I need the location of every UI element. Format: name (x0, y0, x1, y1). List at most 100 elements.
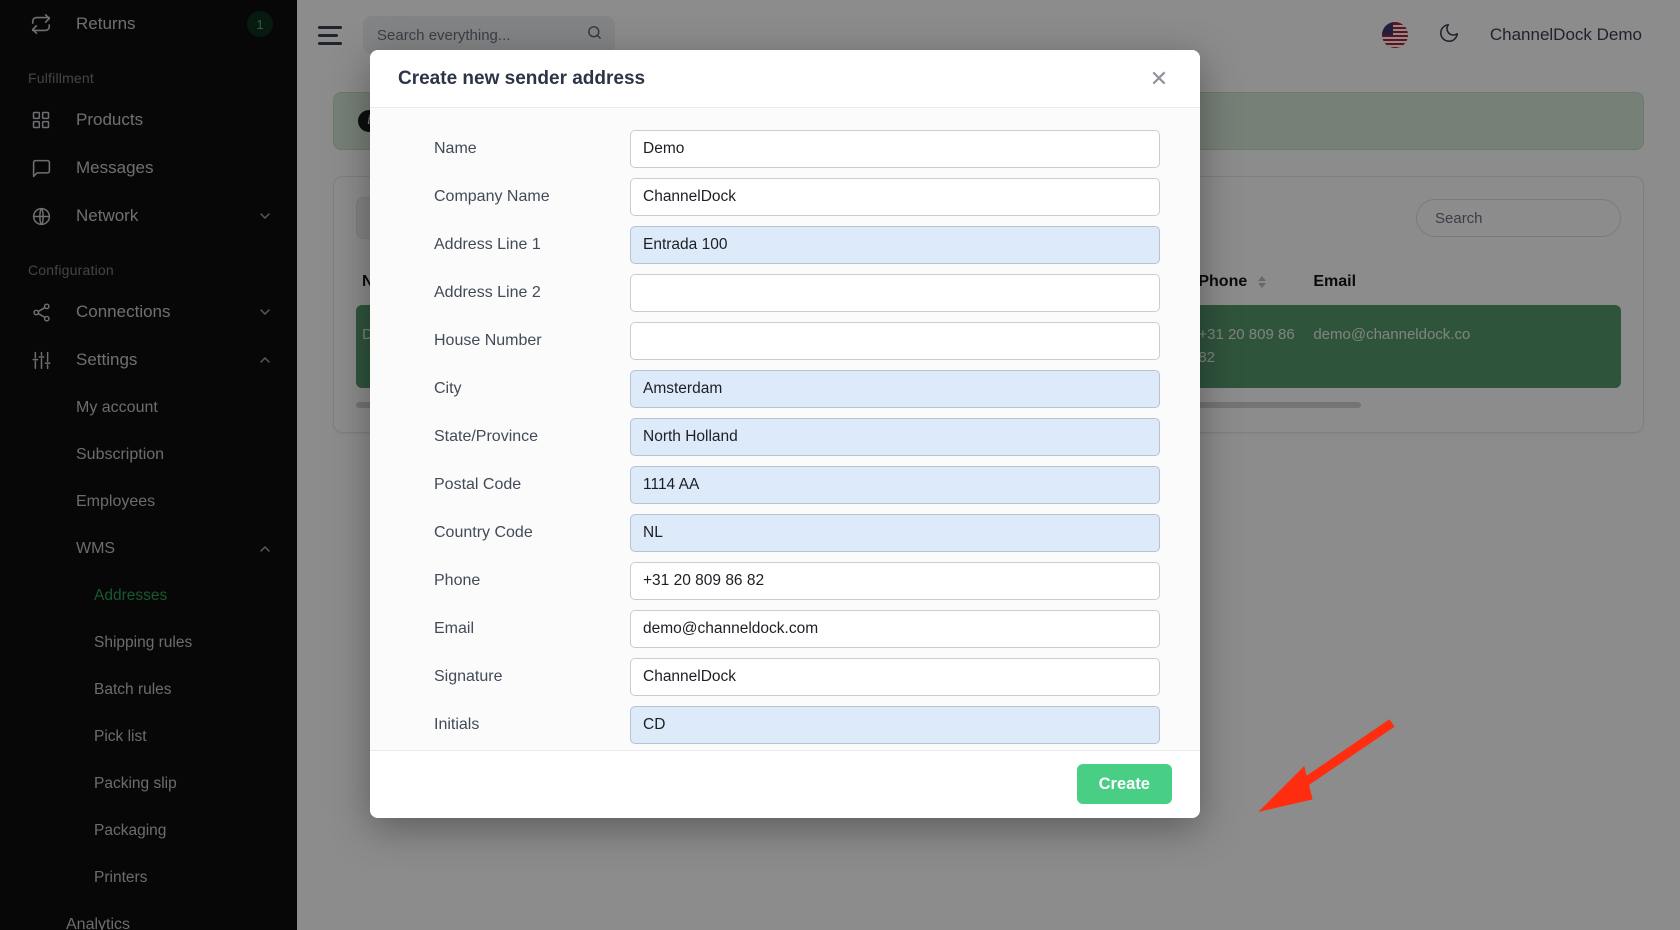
address-line-2-input[interactable] (630, 274, 1160, 313)
phone-input[interactable] (630, 562, 1160, 601)
form-row-postal-code: Postal Code (410, 466, 1160, 505)
returns-badge: 1 (247, 11, 273, 37)
sidebar-item-my-account[interactable]: My account (0, 384, 297, 431)
table-search-placeholder: Search (1435, 209, 1483, 227)
cell-phone: +31 20 809 86 82 (1192, 305, 1308, 388)
create-sender-address-modal: Create new sender address ✕ Name Company… (370, 50, 1200, 818)
sidebar-item-network[interactable]: Network (0, 192, 297, 240)
sliders-icon (28, 347, 54, 373)
sidebar-item-settings[interactable]: Settings (0, 336, 297, 384)
signature-input[interactable] (630, 658, 1160, 697)
chevron-up-icon (257, 541, 273, 557)
sidebar-item-label: Settings (76, 350, 138, 369)
form-row-state-province: State/Province (410, 418, 1160, 457)
house-number-input[interactable] (630, 322, 1160, 361)
form-row-address-line-1: Address Line 1 (410, 226, 1160, 265)
close-icon[interactable]: ✕ (1146, 66, 1172, 92)
sidebar-subitem-label: Packaging (94, 821, 167, 839)
country-code-input[interactable] (630, 514, 1160, 553)
sidebar-subitem-label: Pick list (94, 727, 147, 745)
form-row-phone: Phone (410, 562, 1160, 601)
sidebar-subitem-label: Analytics (66, 915, 131, 930)
sidebar-item-products[interactable]: Products (0, 96, 297, 144)
create-button[interactable]: Create (1076, 764, 1172, 805)
modal-title: Create new sender address (398, 67, 646, 89)
returns-icon (28, 11, 54, 37)
sidebar-item-label: Network (76, 206, 139, 225)
field-label: Company Name (434, 188, 550, 206)
sidebar-item-label: Connections (76, 302, 171, 321)
sidebar-item-label: Products (76, 110, 144, 129)
address-line-1-input[interactable] (630, 226, 1160, 265)
email-input[interactable] (630, 610, 1160, 649)
chevron-up-icon (257, 352, 273, 368)
search-icon (586, 24, 603, 46)
chat-bubble-icon (28, 155, 54, 181)
sidebar-subitem-label: Subscription (76, 445, 165, 463)
column-label: Phone (1198, 273, 1248, 290)
global-search-placeholder: Search everything... (377, 26, 511, 44)
sidebar-item-messages[interactable]: Messages (0, 144, 297, 192)
sidebar-subitem-label: WMS (76, 539, 116, 557)
sidebar-item-addresses[interactable]: Addresses (0, 572, 297, 619)
field-label: House Number (434, 332, 542, 350)
moon-icon[interactable] (1438, 22, 1460, 49)
field-label: Phone (434, 572, 481, 590)
sidebar-item-printers[interactable]: Printers (0, 854, 297, 901)
us-flag-icon[interactable] (1381, 22, 1408, 48)
modal-footer: Create (370, 749, 1200, 818)
column-header-email[interactable]: Email (1307, 263, 1621, 305)
form-row-company-name: Company Name (410, 178, 1160, 217)
state-province-input[interactable] (630, 418, 1160, 457)
column-header-phone[interactable]: Phone (1192, 263, 1307, 305)
sidebar: Returns 1 Fulfillment Products Messages (0, 0, 297, 930)
sidebar-item-analytics[interactable]: Analytics (0, 901, 297, 930)
form-row-city: City (410, 370, 1160, 409)
sidebar-subitem-label: Printers (94, 868, 148, 886)
sidebar-item-label: Returns (76, 14, 136, 33)
city-input[interactable] (630, 370, 1160, 409)
field-label: Email (434, 620, 475, 638)
form-row-address-line-2: Address Line 2 (410, 274, 1160, 313)
sidebar-section-configuration: Configuration (28, 262, 114, 278)
table-search-input[interactable]: Search (1416, 199, 1621, 237)
user-menu[interactable]: ChannelDock Demo (1490, 25, 1642, 45)
sidebar-item-employees[interactable]: Employees (0, 478, 297, 525)
sidebar-item-connections[interactable]: Connections (0, 288, 297, 336)
modal-header: Create new sender address ✕ (370, 50, 1200, 109)
sidebar-item-label: Messages (76, 158, 154, 177)
sidebar-item-batch-rules[interactable]: Batch rules (0, 666, 297, 713)
initials-input[interactable] (630, 706, 1160, 745)
hamburger-icon[interactable] (315, 18, 349, 52)
sidebar-item-returns[interactable]: Returns 1 (0, 0, 297, 48)
sidebar-item-wms[interactable]: WMS (0, 525, 297, 572)
field-label: Country Code (434, 524, 533, 542)
company-name-input[interactable] (630, 178, 1160, 217)
sidebar-item-packing-slip[interactable]: Packing slip (0, 760, 297, 807)
form-row-initials: Initials (410, 706, 1160, 745)
form-row-country-code: Country Code (410, 514, 1160, 553)
form-row-house-number: House Number (410, 322, 1160, 361)
global-search-input[interactable]: Search everything... (363, 16, 615, 54)
sidebar-section-fulfillment: Fulfillment (28, 70, 94, 86)
sidebar-item-shipping-rules[interactable]: Shipping rules (0, 619, 297, 666)
column-label: Email (1313, 273, 1357, 290)
app-root: Returns 1 Fulfillment Products Messages (0, 0, 1680, 930)
sidebar-subitem-label: Packing slip (94, 774, 177, 792)
postal-code-input[interactable] (630, 466, 1160, 505)
sidebar-item-packaging[interactable]: Packaging (0, 807, 297, 854)
sidebar-subitem-label: Addresses (94, 586, 168, 604)
share-nodes-icon (28, 299, 54, 325)
topbar-right: ChannelDock Demo (1381, 22, 1652, 49)
field-label: City (434, 380, 462, 398)
chevron-down-icon (257, 208, 273, 224)
sidebar-item-pick-list[interactable]: Pick list (0, 713, 297, 760)
form-row-signature: Signature (410, 658, 1160, 697)
name-input[interactable] (630, 130, 1160, 169)
grid-icon (28, 107, 54, 133)
sort-icon[interactable] (1257, 275, 1266, 288)
field-label: Name (434, 140, 477, 158)
sidebar-item-subscription[interactable]: Subscription (0, 431, 297, 478)
globe-icon (28, 203, 54, 229)
cell-email: demo@channeldock.co (1307, 305, 1621, 388)
